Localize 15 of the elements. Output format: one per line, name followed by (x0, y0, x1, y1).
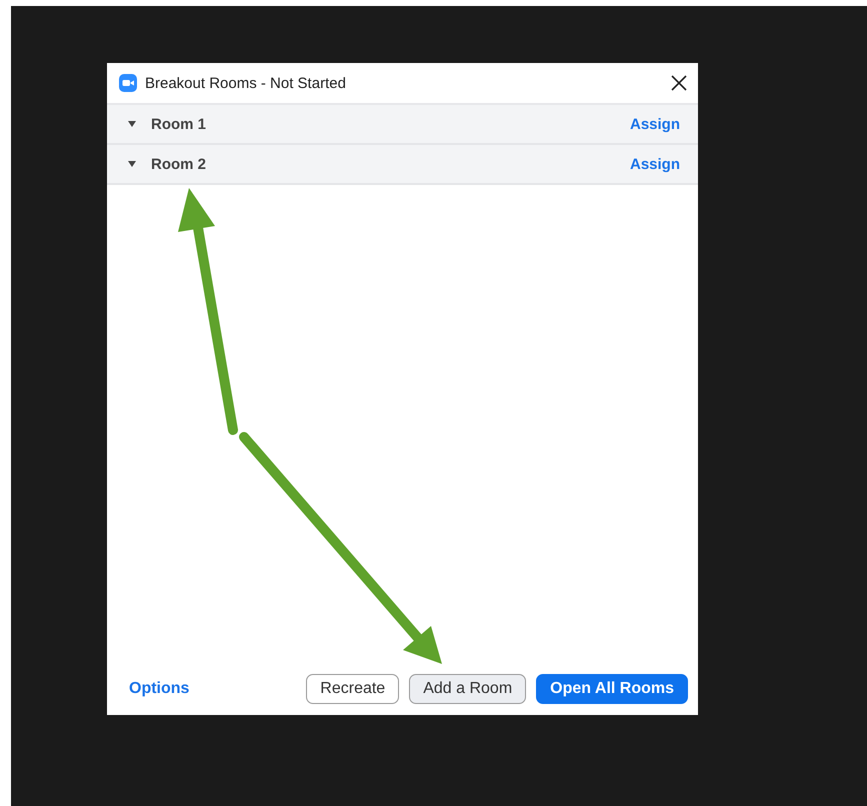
assign-link[interactable]: Assign (630, 156, 680, 172)
secondary-button[interactable]: Recreate (306, 674, 400, 704)
primary-button[interactable]: Open All Rooms (536, 674, 688, 704)
caret-icon[interactable] (128, 161, 136, 167)
assign-link[interactable]: Assign (630, 116, 680, 132)
room-row[interactable]: Room 1 Assign (107, 105, 698, 145)
secondary-button[interactable]: Add a Room (409, 674, 526, 704)
window-title: Breakout Rooms - Not Started (145, 74, 347, 92)
room-row[interactable]: Room 2 Assign (107, 145, 698, 185)
close-button[interactable] (670, 74, 688, 92)
video-camera-icon (119, 74, 137, 92)
options-link[interactable]: Options (129, 680, 190, 698)
caret-icon[interactable] (128, 121, 136, 127)
room-name: Room 1 (151, 116, 208, 132)
room-name: Room 2 (151, 156, 208, 172)
